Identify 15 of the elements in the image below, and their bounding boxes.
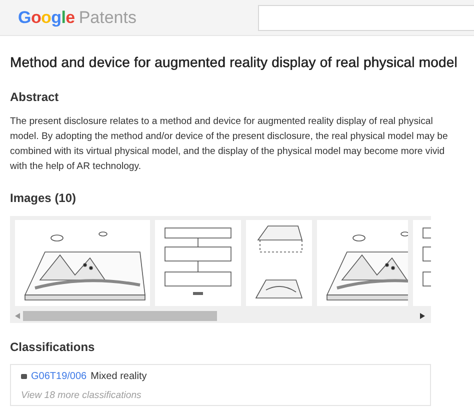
section-heading: Classifications [10,340,96,354]
patent-title: Method and device for augmented reality display of real physical model [10,53,458,71]
scroll-left-icon[interactable] [15,313,20,319]
scrollbar-thumb[interactable] [23,311,217,321]
section-heading: Images (10) [10,191,78,205]
product-name: Patents [78,8,136,28]
logo-wordmark[interactable]: Google [18,8,75,28]
classification-link[interactable]: G06T19/006 [31,371,87,382]
more-classifications-link[interactable]: View 18 more classifications [21,390,420,401]
tag-icon [21,374,27,379]
classification-label: Mixed reality [90,371,147,382]
scroll-right-icon[interactable] [420,313,425,319]
search-field[interactable] [258,4,474,30]
section-heading: Abstract [10,90,60,104]
abstract-text: The present disclosure relates to a method and device for augmented reality display of real physical model. By adopting the method and/or device of the present disclosure, the real physical model may be combined with its virtual physical model, and the display of the physical model may become more vivid with the help of AR technology. [10,115,449,174]
